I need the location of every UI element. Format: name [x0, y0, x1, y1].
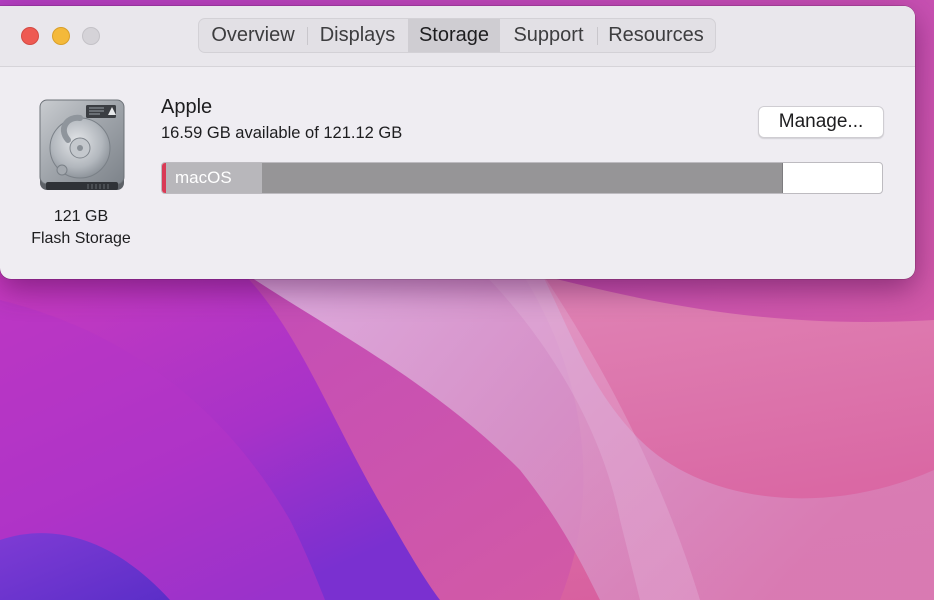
close-button[interactable]: [21, 27, 39, 45]
titlebar[interactable]: Overview Displays Storage Support Resour…: [0, 6, 915, 67]
disk-size-label: 121 GB: [53, 208, 109, 225]
manage-button[interactable]: Manage...: [758, 106, 884, 138]
tab-resources[interactable]: Resources: [597, 19, 715, 52]
storage-segment-macos: macOS: [166, 163, 262, 193]
hard-drive-icon: [38, 98, 126, 194]
disk-type-label: Flash Storage: [31, 230, 131, 247]
desktop: Overview Displays Storage Support Resour…: [0, 0, 934, 600]
tab-overview[interactable]: Overview: [199, 19, 307, 52]
minimize-button[interactable]: [52, 27, 70, 45]
tab-bar: Overview Displays Storage Support Resour…: [198, 18, 716, 53]
volume-name: Apple: [161, 96, 213, 118]
zoom-button[interactable]: [82, 27, 100, 45]
volume-available-text: 16.59 GB available of 121.12 GB: [161, 124, 403, 142]
tab-support[interactable]: Support: [500, 19, 597, 52]
tab-displays[interactable]: Displays: [307, 19, 408, 52]
storage-window: Overview Displays Storage Support Resour…: [0, 6, 915, 279]
disk-caption: 121 GB Flash Storage: [0, 206, 162, 250]
storage-usage-bar: macOS: [161, 162, 883, 194]
tab-storage[interactable]: Storage: [408, 19, 500, 52]
storage-segment-other: [262, 163, 783, 193]
